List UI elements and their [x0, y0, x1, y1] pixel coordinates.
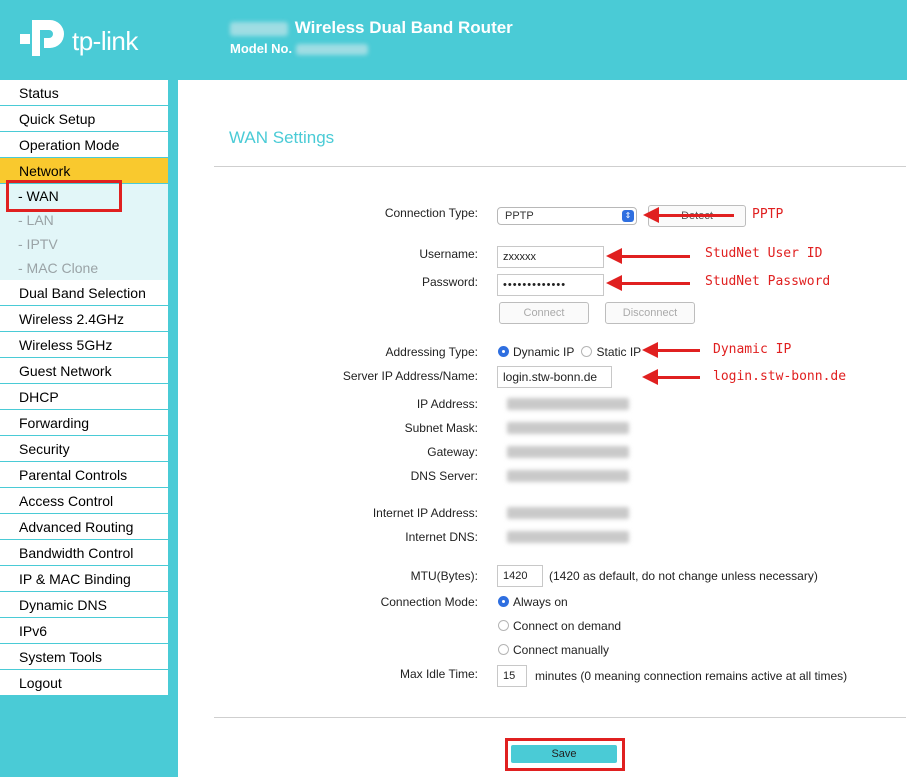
sidebar-item-guest-network[interactable]: Guest Network — [0, 358, 168, 384]
radio-selected-icon — [498, 346, 509, 357]
sidebar-item-ip-mac-binding[interactable]: IP & MAC Binding — [0, 566, 168, 592]
sidebar-subitem-iptv[interactable]: - IPTV — [0, 232, 168, 256]
router-title-text: Wireless Dual Band Router — [294, 18, 513, 37]
annotation-pptp: PPTP — [752, 207, 784, 222]
disconnect-button[interactable]: Disconnect — [605, 302, 695, 324]
connection-type-label: Connection Type: — [384, 206, 478, 220]
annotation-arrow-user-id — [606, 248, 690, 264]
dns-server-label: DNS Server: — [410, 469, 478, 483]
sidebar-item-status[interactable]: Status — [0, 80, 168, 106]
mode-manually-radio[interactable]: Connect manually — [498, 643, 609, 657]
model-number: Model No. — [230, 41, 368, 56]
tp-link-logo-icon — [20, 20, 64, 56]
redacted-model-number — [295, 44, 368, 56]
sidebar-item-advanced-routing[interactable]: Advanced Routing — [0, 514, 168, 540]
mode-on-demand-label: Connect on demand — [513, 619, 622, 633]
internet-dns-value-redacted — [507, 531, 629, 543]
sidebar-item-dual-band-selection[interactable]: Dual Band Selection — [0, 280, 168, 306]
mode-manually-label: Connect manually — [513, 643, 610, 657]
tp-link-logo[interactable]: tp-link — [18, 14, 178, 66]
logo-text: tp-link — [72, 26, 138, 56]
sidebar-nav: Status Quick Setup Operation Mode Networ… — [0, 80, 168, 696]
dns-server-value-redacted — [507, 470, 629, 482]
max-idle-note: minutes (0 meaning connection remains ac… — [535, 669, 848, 683]
internet-ip-label: Internet IP Address: — [372, 506, 478, 520]
annotation-arrow-dynamic-ip — [642, 342, 700, 358]
header: tp-link Wireless Dual Band Router Model … — [0, 0, 907, 80]
sidebar-item-security[interactable]: Security — [0, 436, 168, 462]
connect-button[interactable]: Connect — [499, 302, 589, 324]
server-ip-label: Server IP Address/Name: — [342, 369, 478, 383]
connection-mode-label: Connection Mode: — [380, 595, 478, 609]
connection-type-select[interactable]: PPTP ⇕ — [497, 207, 637, 225]
max-idle-label: Max Idle Time: — [399, 667, 478, 681]
sidebar-item-forwarding[interactable]: Forwarding — [0, 410, 168, 436]
sidebar-item-dynamic-dns[interactable]: Dynamic DNS — [0, 592, 168, 618]
username-label: Username: — [419, 247, 478, 261]
password-input[interactable]: ••••••••••••• — [497, 274, 604, 296]
radio-unselected-icon — [498, 620, 509, 631]
annotation-server: login.stw-bonn.de — [713, 369, 847, 384]
bottom-divider — [214, 717, 906, 718]
sidebar-item-bandwidth-control[interactable]: Bandwidth Control — [0, 540, 168, 566]
dynamic-ip-label: Dynamic IP — [513, 345, 575, 359]
sidebar-item-parental-controls[interactable]: Parental Controls — [0, 462, 168, 488]
radio-unselected-icon — [581, 346, 593, 357]
dynamic-ip-radio[interactable]: Dynamic IP — [498, 345, 574, 359]
save-highlight-box — [505, 738, 625, 771]
sidebar-item-quick-setup[interactable]: Quick Setup — [0, 106, 168, 132]
mode-on-demand-radio[interactable]: Connect on demand — [498, 619, 621, 633]
mode-always-on-label: Always on — [513, 595, 568, 609]
sidebar-item-wireless-24ghz[interactable]: Wireless 2.4GHz — [0, 306, 168, 332]
ip-address-label: IP Address: — [416, 397, 478, 411]
internet-ip-value-redacted — [507, 507, 629, 519]
internet-dns-label: Internet DNS: — [405, 530, 478, 544]
annotation-dynamic-ip: Dynamic IP — [713, 342, 792, 357]
static-ip-label: Static IP — [596, 345, 642, 359]
username-input[interactable]: zxxxxx — [497, 246, 604, 268]
addressing-type-label: Addressing Type: — [385, 345, 478, 359]
sidebar-item-ipv6[interactable]: IPv6 — [0, 618, 168, 644]
max-idle-input[interactable]: 15 — [497, 665, 527, 687]
sidebar-item-wireless-5ghz[interactable]: Wireless 5GHz — [0, 332, 168, 358]
subnet-mask-label: Subnet Mask: — [404, 421, 478, 435]
mtu-note: (1420 as default, do not change unless n… — [549, 569, 818, 583]
gateway-value-redacted — [507, 446, 629, 458]
ip-address-value-redacted — [507, 398, 629, 410]
radio-unselected-icon — [498, 644, 509, 655]
select-caret-icon: ⇕ — [622, 210, 634, 222]
page-title: WAN Settings — [229, 128, 335, 147]
sidebar-item-operation-mode[interactable]: Operation Mode — [0, 132, 168, 158]
gateway-label: Gateway: — [427, 445, 478, 459]
title-divider — [214, 166, 906, 167]
sidebar-subitem-mac-clone[interactable]: - MAC Clone — [0, 256, 168, 280]
annotation-password: StudNet Password — [705, 274, 831, 289]
radio-selected-icon — [498, 596, 509, 607]
annotation-user-id: StudNet User ID — [705, 246, 823, 261]
model-label: Model No. — [230, 41, 293, 56]
router-title: Wireless Dual Band Router — [230, 18, 513, 38]
redacted-model-prefix — [230, 21, 288, 36]
sidebar-item-dhcp[interactable]: DHCP — [0, 384, 168, 410]
annotation-arrow-server — [642, 369, 700, 385]
mtu-input[interactable]: 1420 — [497, 565, 543, 587]
wan-highlight-box — [6, 180, 122, 212]
main-content: WAN Settings Connection Type: PPTP ⇕ Det… — [178, 80, 907, 777]
sidebar-item-system-tools[interactable]: System Tools — [0, 644, 168, 670]
annotation-arrow-password — [606, 275, 690, 291]
addressing-type-group: Dynamic IP Static IP — [498, 345, 641, 359]
static-ip-radio[interactable]: Static IP — [581, 345, 641, 359]
password-label: Password: — [421, 275, 478, 289]
sidebar-item-access-control[interactable]: Access Control — [0, 488, 168, 514]
connection-type-value: PPTP — [505, 210, 534, 222]
annotation-arrow-pptp — [643, 207, 734, 223]
server-ip-input[interactable]: login.stw-bonn.de — [497, 366, 612, 388]
subnet-mask-value-redacted — [507, 422, 629, 434]
mtu-label: MTU(Bytes): — [410, 569, 478, 583]
sidebar-item-logout[interactable]: Logout — [0, 670, 168, 696]
mode-always-on-radio[interactable]: Always on — [498, 595, 568, 609]
